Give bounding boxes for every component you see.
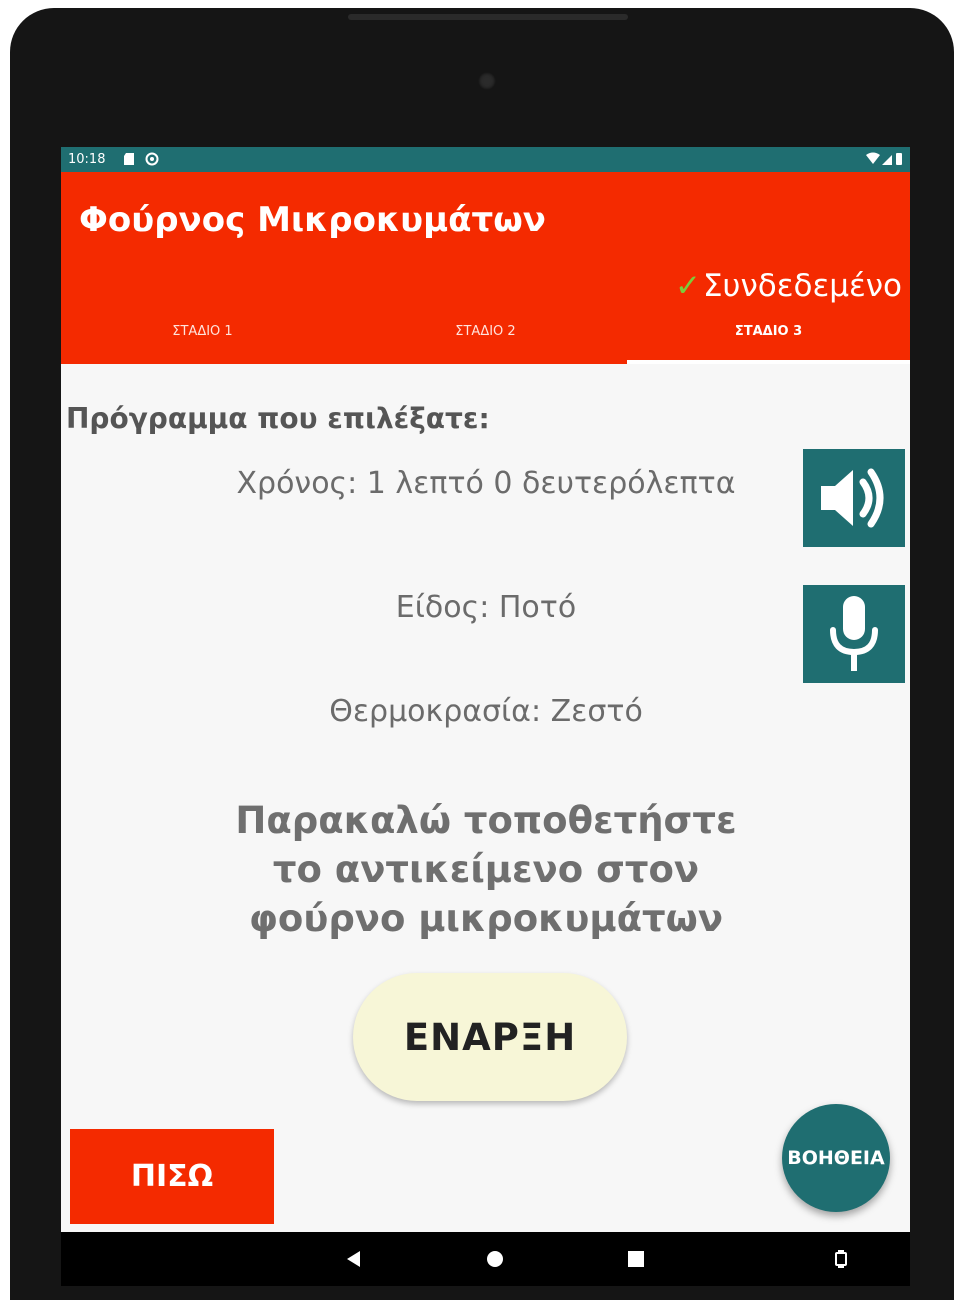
nav-home-icon: [487, 1251, 503, 1267]
app-title: Φούρνος Μικροκυμάτων: [79, 200, 546, 240]
wifi-icon: [866, 152, 880, 164]
screen: 10:18 Φούρνος Μικροκυμάτων ✓Συνδεδεμένο …: [61, 147, 910, 1286]
nav-back-button[interactable]: [338, 1244, 368, 1274]
nav-recents-icon: [628, 1251, 644, 1267]
stage-tabs: ΣΤΑΔΙΟ 1 ΣΤΑΔΙΟ 2 ΣΤΑΔΙΟ 3: [61, 306, 910, 364]
rotate-icon: [835, 1250, 847, 1268]
signal-icon: [882, 155, 892, 165]
back-button[interactable]: ΠΙΣΩ: [70, 1129, 274, 1224]
navigation-bar: [61, 1232, 910, 1286]
connection-status: ✓Συνδεδεμένο: [675, 268, 902, 304]
microphone-icon: [830, 596, 878, 671]
status-time: 10:18: [68, 152, 106, 167]
tab-stage-1[interactable]: ΣΤΑΔΙΟ 1: [61, 306, 344, 364]
sd-card-icon: [124, 153, 134, 165]
speak-button[interactable]: [803, 449, 905, 547]
help-button[interactable]: ΒΟΗΘΕΙΑ: [782, 1104, 890, 1212]
tab-stage-3[interactable]: ΣΤΑΔΙΟ 3: [627, 306, 910, 364]
program-kind: Είδος: Ποτό: [395, 590, 577, 625]
stage-content: Πρόγραμμα που επιλέξατε: Χρόνος: 1 λεπτό…: [61, 364, 910, 1232]
nav-home-button[interactable]: [480, 1244, 510, 1274]
connection-status-label: Συνδεδεμένο: [702, 268, 902, 304]
instruction-text: Παρακαλώ τοποθετήστε το αντικείμενο στον…: [235, 799, 737, 940]
status-bar: 10:18: [61, 147, 910, 172]
program-time: Χρόνος: 1 λεπτό 0 δευτερόλεπτα: [236, 466, 736, 501]
rotate-button[interactable]: [826, 1244, 856, 1274]
battery-icon: [896, 153, 902, 165]
speaker-grille: [348, 14, 628, 20]
speaker-icon: [821, 468, 884, 528]
app-bar: Φούρνος Μικροκυμάτων ✓Συνδεδεμένο ΣΤΑΔΙΟ…: [61, 172, 910, 364]
sync-icon: [145, 152, 159, 166]
start-button[interactable]: ΕΝΑΡΞΗ: [353, 973, 627, 1101]
status-indicators: [866, 152, 902, 165]
check-icon: ✓: [674, 268, 701, 304]
microphone-button[interactable]: [803, 585, 905, 683]
front-camera: [478, 72, 496, 90]
selected-program-label: Πρόγραμμα που επιλέξατε:: [66, 402, 490, 435]
nav-back-icon: [347, 1251, 360, 1267]
program-temperature: Θερμοκρασία: Ζεστό: [329, 694, 643, 729]
tablet-frame: 10:18 Φούρνος Μικροκυμάτων ✓Συνδεδεμένο …: [10, 8, 954, 1300]
nav-recents-button[interactable]: [621, 1244, 651, 1274]
tab-stage-2[interactable]: ΣΤΑΔΙΟ 2: [344, 306, 627, 364]
